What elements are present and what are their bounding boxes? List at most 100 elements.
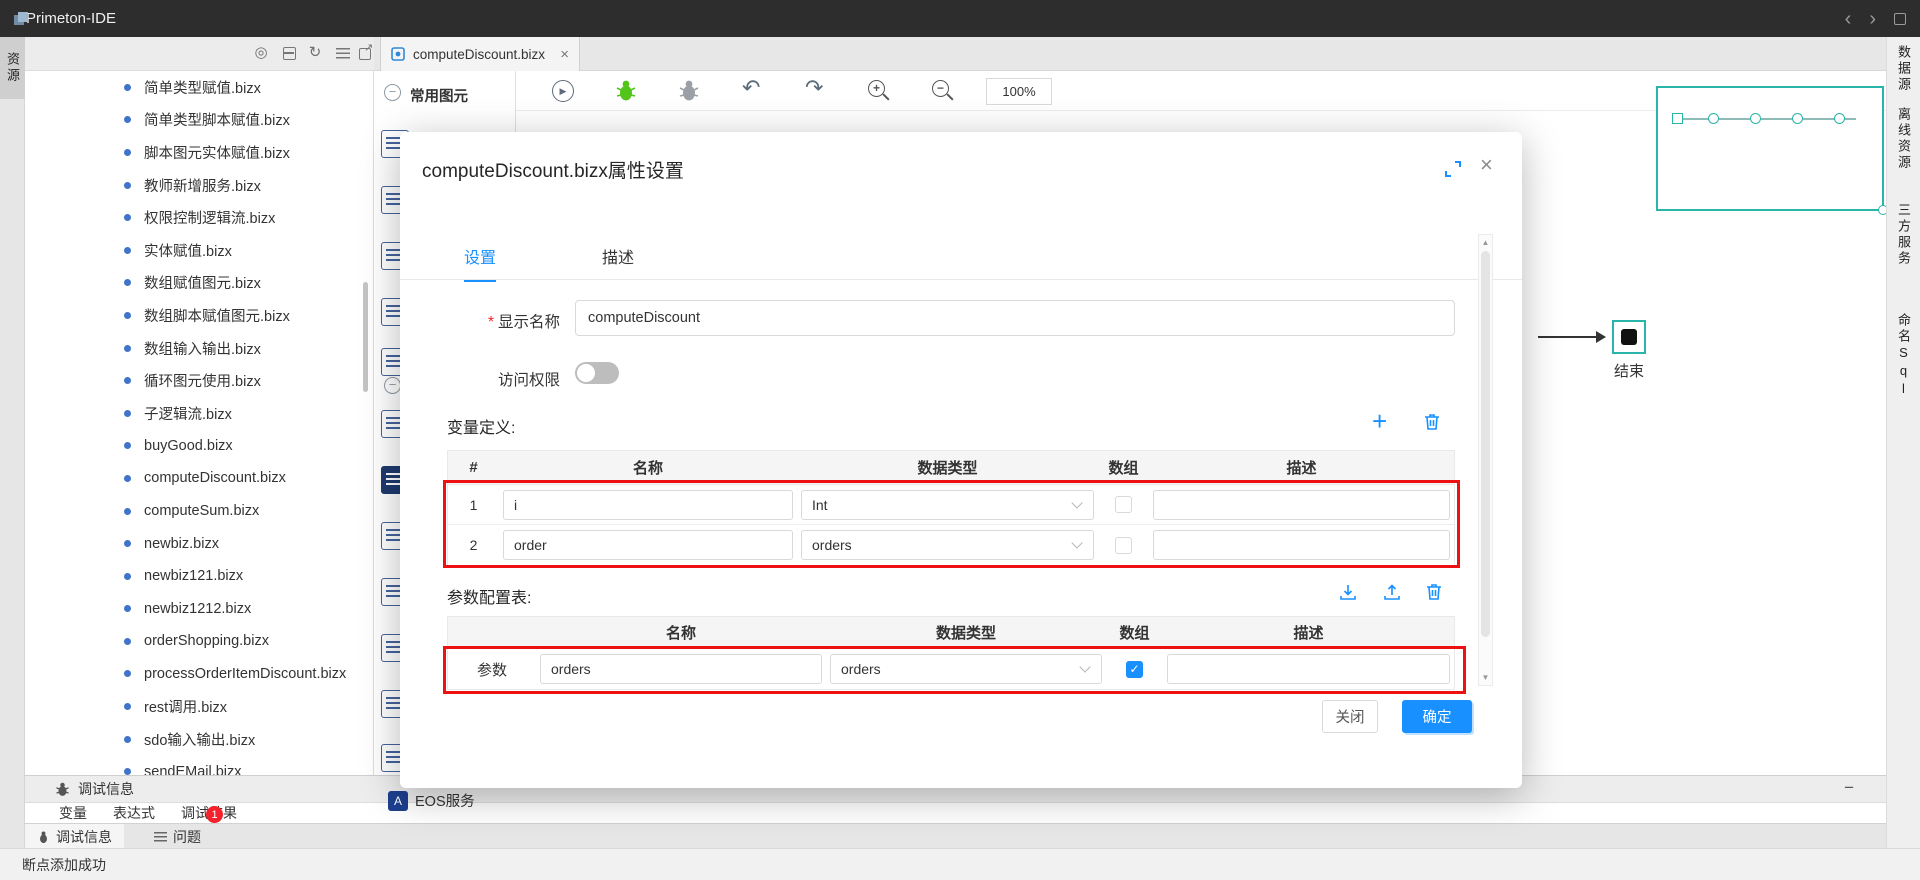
- right-rail-tab[interactable]: 数据源: [1894, 45, 1913, 93]
- tree-item[interactable]: 子逻辑流.bizx: [25, 397, 373, 430]
- nav-forward-icon[interactable]: ›: [1869, 9, 1876, 29]
- export-icon[interactable]: ↗: [359, 48, 371, 60]
- undo-icon[interactable]: ↶: [742, 77, 760, 99]
- redo-icon[interactable]: ↷: [805, 77, 823, 99]
- end-node[interactable]: [1612, 320, 1646, 354]
- tree-item[interactable]: 实体赋值.bizx: [25, 234, 373, 267]
- nav-back-icon[interactable]: ‹: [1845, 9, 1852, 29]
- palette-item-eos[interactable]: A EOS服务: [388, 790, 475, 811]
- tree-item[interactable]: sdo输入输出.bizx: [25, 723, 373, 756]
- scrollbar-thumb[interactable]: [1481, 251, 1490, 637]
- tree-item[interactable]: processOrderItemDiscount.bizx: [25, 658, 373, 691]
- tree-item[interactable]: buyGood.bizx: [25, 430, 373, 463]
- file-bullet-icon: [124, 182, 131, 189]
- close-button[interactable]: 关闭: [1322, 700, 1378, 733]
- right-rail-tab[interactable]: 离线资源: [1894, 107, 1913, 171]
- flow-connector-line: [1672, 118, 1856, 120]
- locate-icon[interactable]: ◎: [252, 44, 270, 62]
- restore-window-icon[interactable]: [1894, 13, 1906, 25]
- editor-tab-computeDiscount[interactable]: computeDiscount.bizx ×: [380, 37, 580, 71]
- tree-item[interactable]: 教师新增服务.bizx: [25, 169, 373, 202]
- variable-array-checkbox[interactable]: ✓: [1115, 496, 1132, 513]
- flow-selection-box[interactable]: [1656, 86, 1884, 211]
- scroll-up-icon[interactable]: ▲: [1479, 238, 1492, 247]
- refresh-icon[interactable]: ↻: [306, 44, 324, 62]
- tree-item[interactable]: 简单类型赋值.bizx: [25, 71, 373, 104]
- variable-desc-input[interactable]: [1153, 530, 1450, 560]
- maximize-icon[interactable]: [1444, 160, 1462, 178]
- tree-item[interactable]: 数组脚本赋值图元.bizx: [25, 299, 373, 332]
- run-debug-icon[interactable]: ▶: [552, 80, 574, 102]
- param-array-checkbox[interactable]: ✓: [1126, 661, 1143, 678]
- flow-start-node[interactable]: [1672, 113, 1683, 124]
- modal-close-icon[interactable]: ×: [1480, 152, 1493, 178]
- variable-type-select[interactable]: orders: [801, 530, 1094, 560]
- tree-item[interactable]: 循环图元使用.bizx: [25, 364, 373, 397]
- zoom-out-icon[interactable]: −: [932, 80, 949, 97]
- tree-item[interactable]: computeSum.bizx: [25, 495, 373, 528]
- variable-type-value: Int: [812, 497, 828, 513]
- variable-array-checkbox[interactable]: ✓: [1115, 537, 1132, 554]
- file-bullet-icon: [124, 116, 131, 123]
- variable-name-input[interactable]: [503, 490, 793, 520]
- param-name-input[interactable]: [540, 654, 822, 684]
- zoom-level[interactable]: 100%: [986, 78, 1052, 105]
- tree-item[interactable]: 简单类型脚本赋值.bizx: [25, 104, 373, 137]
- palette-collapse-icon[interactable]: −: [384, 84, 401, 101]
- tab-debug-info[interactable]: 调试信息: [25, 824, 124, 850]
- debug-bug-gray-icon[interactable]: [678, 78, 700, 102]
- tree-scrollbar[interactable]: [363, 282, 368, 392]
- sort-list-icon[interactable]: [336, 48, 350, 59]
- add-variable-icon[interactable]: +: [1372, 408, 1387, 434]
- file-bullet-icon: [124, 312, 131, 319]
- tree-item[interactable]: 数组输入输出.bizx: [25, 332, 373, 365]
- tree-item[interactable]: sendEMail.bizx: [25, 755, 373, 775]
- debug-bug-green-icon[interactable]: [615, 78, 637, 102]
- variable-desc-input[interactable]: [1153, 490, 1450, 520]
- scroll-down-icon[interactable]: ▼: [1479, 673, 1492, 682]
- tree-item[interactable]: newbiz1212.bizx: [25, 593, 373, 626]
- flow-node[interactable]: [1834, 113, 1845, 124]
- tree-item[interactable]: rest调用.bizx: [25, 690, 373, 723]
- debug-subtab[interactable]: 变量: [59, 803, 87, 823]
- tab-description[interactable]: 描述: [602, 244, 634, 280]
- access-permission-toggle[interactable]: [575, 362, 619, 384]
- tab-problems[interactable]: 问题: [142, 824, 213, 850]
- tree-item-label: processOrderItemDiscount.bizx: [144, 666, 346, 682]
- tree-item[interactable]: newbiz.bizx: [25, 527, 373, 560]
- tree-item[interactable]: newbiz121.bizx: [25, 560, 373, 593]
- tree-item[interactable]: orderShopping.bizx: [25, 625, 373, 658]
- param-desc-input[interactable]: [1167, 654, 1450, 684]
- tree-item[interactable]: 脚本图元实体赋值.bizx: [25, 136, 373, 169]
- display-name-input[interactable]: [575, 300, 1455, 336]
- modal-scrollbar[interactable]: ▲ ▼: [1478, 234, 1493, 686]
- debug-subtabs: 变量 表达式 调试结果: [25, 803, 1886, 823]
- tab-close-icon[interactable]: ×: [560, 46, 569, 63]
- flow-node[interactable]: [1750, 113, 1761, 124]
- flow-node[interactable]: [1708, 113, 1719, 124]
- zoom-in-icon[interactable]: +: [868, 80, 885, 97]
- variable-name-input[interactable]: [503, 530, 793, 560]
- package-icon[interactable]: [283, 47, 296, 60]
- variable-type-select[interactable]: Int: [801, 490, 1094, 520]
- rail-tab-resources[interactable]: 资源: [0, 37, 25, 99]
- minimize-panel-icon[interactable]: −: [1844, 778, 1854, 798]
- import-params-icon[interactable]: [1338, 582, 1358, 602]
- palette-collapse-icon[interactable]: −: [384, 377, 401, 394]
- tab-settings[interactable]: 设置: [464, 244, 496, 282]
- right-rail-tab[interactable]: 命名Sql: [1894, 313, 1913, 399]
- flow-node[interactable]: [1792, 113, 1803, 124]
- tree-item[interactable]: 数组赋值图元.bizx: [25, 267, 373, 300]
- tree-item[interactable]: 权限控制逻辑流.bizx: [25, 201, 373, 234]
- ok-button[interactable]: 确定: [1402, 700, 1472, 733]
- right-rail-tab[interactable]: 三方服务: [1894, 203, 1913, 267]
- tree-item[interactable]: computeDiscount.bizx: [25, 462, 373, 495]
- delete-variable-icon[interactable]: [1422, 412, 1442, 432]
- flow-arrow-head-icon: [1596, 331, 1606, 343]
- bizx-file-icon: [391, 47, 405, 61]
- delete-param-icon[interactable]: [1424, 582, 1444, 602]
- debug-subtab[interactable]: 表达式: [113, 803, 155, 823]
- tree-item-label: 子逻辑流.bizx: [144, 403, 232, 424]
- export-params-icon[interactable]: [1382, 582, 1402, 602]
- param-type-select[interactable]: orders: [830, 654, 1102, 684]
